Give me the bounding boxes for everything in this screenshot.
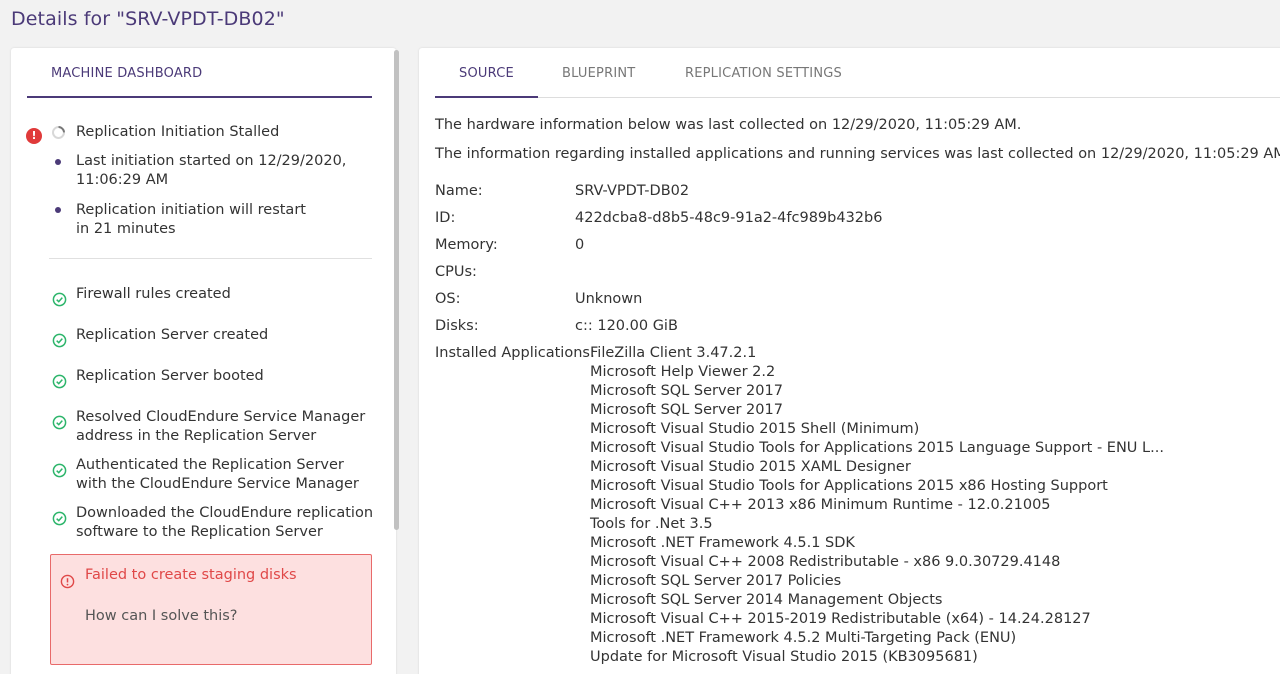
list-item: Microsoft Visual C++ 2015-2019 Redistrib… (590, 611, 1091, 627)
check-circle-icon (52, 333, 67, 348)
installed-apps-label: Installed Applications: (435, 345, 595, 361)
memory-value: 0 (575, 237, 585, 253)
step-resolved-address: Resolved CloudEndure Service Manager add… (76, 409, 366, 444)
divider (49, 258, 372, 259)
hardware-info-text: The hardware information below was last … (435, 117, 1022, 133)
tab-machine-dashboard[interactable]: MACHINE DASHBOARD (27, 48, 372, 98)
os-value: Unknown (575, 291, 643, 307)
check-circle-icon (52, 511, 67, 526)
installed-apps-list: FileZilla Client 3.47.2.1 Microsoft Help… (590, 344, 1164, 667)
step-downloaded-software: Downloaded the CloudEndure replication s… (76, 505, 374, 540)
error-message: Failed to create staging disks (85, 567, 297, 583)
stalled-title: Replication Initiation Stalled (76, 124, 280, 140)
source-details-panel: SOURCE BLUEPRINT REPLICATION SETTINGS Th… (419, 48, 1280, 674)
list-item: Microsoft Help Viewer 2.2 (590, 364, 776, 380)
bullet-icon (55, 207, 61, 213)
tab-replication-settings[interactable]: REPLICATION SETTINGS (685, 48, 842, 98)
check-circle-icon (52, 415, 67, 430)
check-circle-icon (52, 374, 67, 389)
page-title: Details for "SRV-VPDT-DB02" (11, 8, 285, 30)
list-item: Microsoft Visual Studio Tools for Applic… (590, 440, 1164, 456)
name-value: SRV-VPDT-DB02 (575, 183, 690, 199)
list-item: Microsoft .NET Framework 4.5.2 Multi-Tar… (590, 630, 1017, 646)
panel-scrollbar[interactable] (394, 50, 399, 530)
tab-blueprint[interactable]: BLUEPRINT (562, 48, 635, 98)
error-box: Failed to create staging disks How can I… (50, 554, 372, 665)
step-server-booted: Replication Server booted (76, 368, 264, 384)
spinner-icon (49, 123, 68, 142)
stalled-detail: Last initiation started on 12/29/2020, 1… (76, 153, 347, 188)
list-item: Microsoft Visual Studio Tools for Applic… (590, 478, 1108, 494)
bullet-icon (55, 159, 61, 165)
memory-label: Memory: (435, 237, 498, 253)
cpus-label: CPUs: (435, 264, 477, 280)
list-item: Microsoft Visual C++ 2013 x86 Minimum Ru… (590, 497, 1051, 513)
apps-info-text: The information regarding installed appl… (435, 146, 1280, 162)
alert-icon: ! (26, 128, 42, 144)
disks-value: c:: 120.00 GiB (575, 318, 678, 334)
machine-dashboard-panel: MACHINE DASHBOARD ! Replication Initiati… (11, 48, 399, 674)
list-item: FileZilla Client 3.47.2.1 (590, 345, 757, 361)
list-item: Microsoft SQL Server 2017 Policies (590, 573, 842, 589)
stalled-detail: Replication initiation will restart in 2… (76, 202, 306, 237)
step-authenticated: Authenticated the Replication Server wit… (76, 457, 359, 492)
id-label: ID: (435, 210, 456, 226)
error-circle-icon (60, 574, 75, 589)
list-item: Microsoft Visual C++ 2008 Redistributabl… (590, 554, 1061, 570)
details-tabs: SOURCE BLUEPRINT REPLICATION SETTINGS (435, 48, 1280, 98)
list-item: Microsoft .NET Framework 4.5.1 SDK (590, 535, 855, 551)
list-item: Update for Microsoft Visual Studio 2015 … (590, 649, 978, 665)
name-label: Name: (435, 183, 483, 199)
check-circle-icon (52, 292, 67, 307)
list-item: Tools for .Net 3.5 (590, 516, 713, 532)
list-item: Microsoft SQL Server 2014 Management Obj… (590, 592, 943, 608)
list-item: Microsoft Visual Studio 2015 XAML Design… (590, 459, 911, 475)
list-item: Microsoft SQL Server 2017 (590, 402, 783, 418)
tab-source[interactable]: SOURCE (435, 48, 538, 98)
how-to-solve-link[interactable]: How can I solve this? (85, 608, 238, 624)
id-value: 422dcba8-d8b5-48c9-91a2-4fc989b432b6 (575, 210, 883, 226)
disks-label: Disks: (435, 318, 479, 334)
check-circle-icon (52, 463, 67, 478)
step-server-created: Replication Server created (76, 327, 269, 343)
list-item: Microsoft Visual Studio 2015 Shell (Mini… (590, 421, 920, 437)
step-firewall: Firewall rules created (76, 286, 231, 302)
list-item: Microsoft SQL Server 2017 (590, 383, 783, 399)
os-label: OS: (435, 291, 461, 307)
tab-label: MACHINE DASHBOARD (51, 66, 203, 81)
